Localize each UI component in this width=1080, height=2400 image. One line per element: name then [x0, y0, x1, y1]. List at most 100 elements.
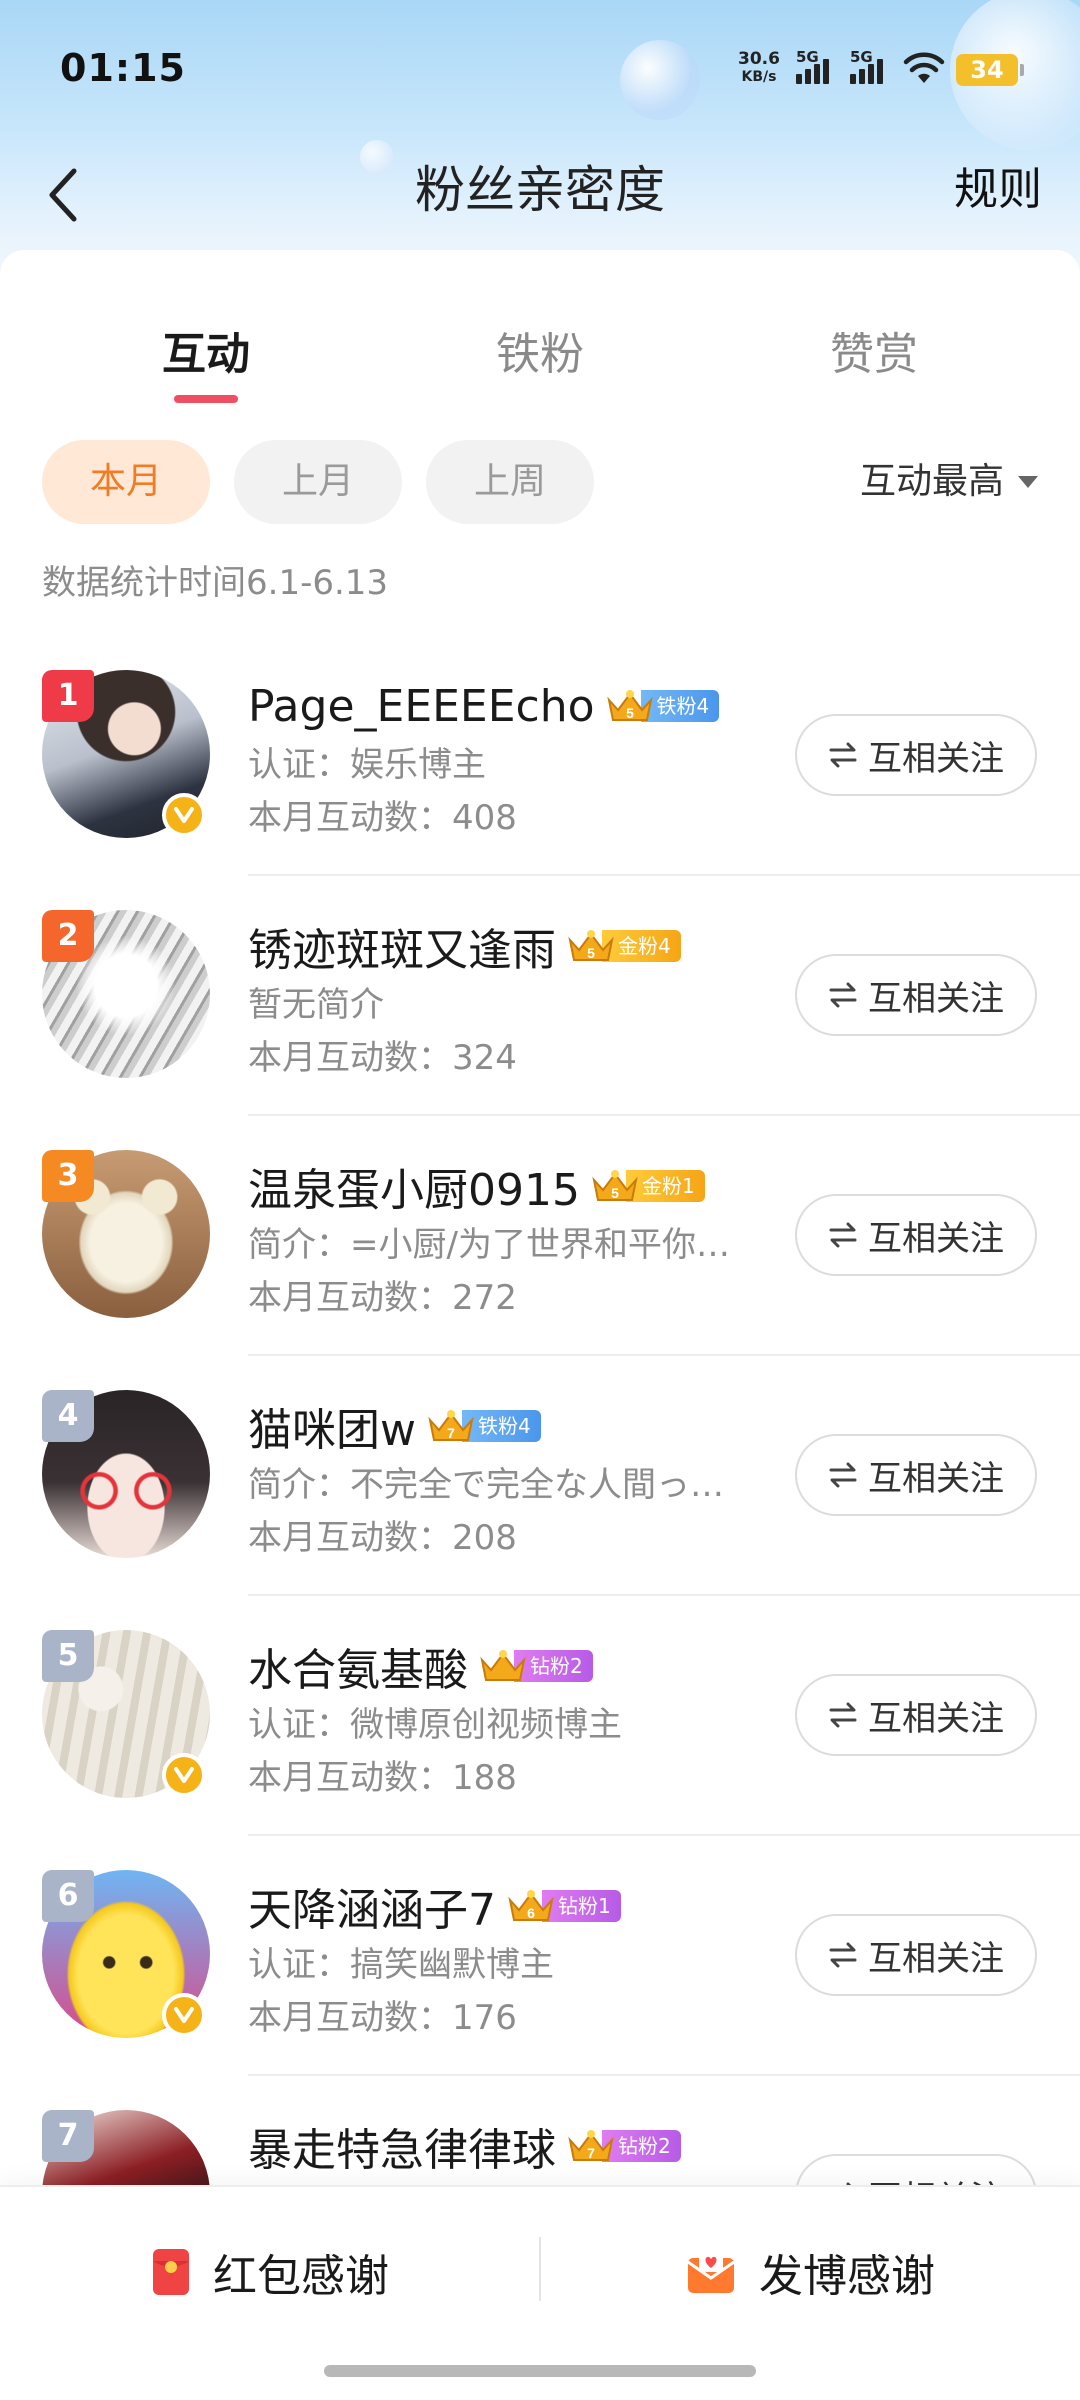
battery-indicator: 34 [956, 54, 1024, 86]
fan-level-badge: 5 金粉1 [590, 1167, 705, 1205]
fan-name[interactable]: 天降涵涵子7 [248, 1874, 496, 1938]
verified-icon [162, 793, 206, 837]
sort-dropdown[interactable]: 互动最高 [860, 440, 1038, 524]
rules-button[interactable]: 规则 [954, 150, 1042, 230]
signal-icon: 5G [850, 48, 892, 88]
filter-last-month[interactable]: 上月 [234, 440, 402, 524]
fan-name[interactable]: 锈迹斑斑又逢雨 [248, 914, 556, 978]
crown-icon: 7 [568, 2130, 614, 2161]
interaction-count: 本月互动数：408 [248, 798, 517, 838]
interaction-count: 本月互动数：208 [248, 1518, 517, 1558]
divider [248, 1114, 1080, 1116]
mutual-follow-button[interactable]: 互相关注 [795, 1674, 1037, 1756]
fan-bio: 简介：不完全で完全な人間っ… [248, 1465, 724, 1505]
swap-arrows-icon [829, 1222, 857, 1248]
svg-text:5: 5 [611, 1185, 619, 1201]
red-packet-label: 红包感谢 [213, 2251, 389, 2302]
tab-interaction[interactable]: 互动 [106, 320, 306, 390]
filter-last-week[interactable]: 上周 [426, 440, 594, 524]
home-indicator [324, 2365, 756, 2377]
fan-level-badge: 5 金粉4 [566, 927, 681, 965]
verified-icon [162, 1753, 206, 1797]
interaction-count: 本月互动数：176 [248, 1998, 517, 2038]
sort-label: 互动最高 [859, 461, 1004, 502]
fan-name[interactable]: 水合氨基酸 [248, 1634, 468, 1698]
post-thanks-button[interactable]: 发博感谢 [540, 2187, 1080, 2357]
fan-name[interactable]: Page_EEEEEcho [248, 681, 595, 732]
swap-arrows-icon [829, 1462, 857, 1488]
interaction-count: 本月互动数：188 [248, 1758, 517, 1798]
rank-badge: 1 [42, 670, 94, 722]
divider [248, 1594, 1080, 1596]
stats-period: 数据统计时间6.1-6.13 [42, 563, 389, 603]
tab-appreciation[interactable]: 赞赏 [774, 320, 974, 390]
rank-badge: 4 [42, 1390, 94, 1442]
signal-icon: 5G [796, 48, 838, 88]
fan-row[interactable]: 2 锈迹斑斑又逢雨 5 金粉4 暂无简介 本月互动数：324 互相关注 [0, 880, 1080, 1120]
fan-level-badge: 钻粉2 [478, 1647, 593, 1685]
clock: 01:15 [60, 46, 186, 90]
crown-icon: 5 [606, 690, 653, 721]
crown-icon [480, 1650, 526, 1681]
fan-row[interactable]: 3 温泉蛋小厨0915 5 金粉1 简介：=小厨/为了世界和平你… 本月互动数：… [0, 1120, 1080, 1360]
tab-bar: 互动 铁粉 赞赏 [0, 320, 1080, 410]
follow-label: 互相关注 [868, 978, 1004, 1019]
network-speed: 30.6 KB/s [738, 49, 780, 85]
rank-badge: 3 [42, 1150, 94, 1202]
fan-row[interactable]: 1 Page_EEEEEcho 5 铁粉4 认证：娱乐博主 本月互动数：408 … [0, 640, 1080, 880]
fan-row[interactable]: 4 猫咪团w 7 铁粉4 简介：不完全で完全な人間っ… 本月互动数：208 互相… [0, 1360, 1080, 1600]
fan-bio: 认证：娱乐博主 [248, 745, 486, 785]
rank-badge: 5 [42, 1630, 94, 1682]
svg-text:5: 5 [626, 705, 634, 721]
mutual-follow-button[interactable]: 互相关注 [795, 1434, 1037, 1516]
swap-arrows-icon [829, 1942, 857, 1968]
mutual-follow-button[interactable]: 互相关注 [795, 954, 1037, 1036]
divider [248, 1834, 1080, 1836]
red-envelope-icon [153, 2249, 189, 2295]
fan-bio: 认证：搞笑幽默博主 [248, 1945, 554, 1985]
follow-label: 互相关注 [868, 1698, 1004, 1739]
mail-heart-icon [687, 2250, 735, 2293]
rank-badge: 7 [42, 2110, 94, 2162]
fan-row[interactable]: 5 水合氨基酸 钻粉2 认证：微博原创视频博主 本月互动数：188 互相关注 [0, 1600, 1080, 1840]
post-thanks-label: 发博感谢 [759, 2251, 935, 2302]
fan-bio: 暂无简介 [248, 985, 384, 1025]
crown-icon: 5 [568, 930, 614, 961]
svg-text:7: 7 [587, 2145, 595, 2161]
divider [248, 874, 1080, 876]
divider [248, 2074, 1080, 2076]
svg-text:7: 7 [447, 1425, 455, 1441]
fan-name[interactable]: 猫咪团w [248, 1394, 416, 1458]
filter-bar: 本月 上月 上周 互动最高 [0, 440, 1080, 524]
fan-row[interactable]: 6 天降涵涵子7 6 钻粉1 认证：搞笑幽默博主 本月互动数：176 互相关注 [0, 1840, 1080, 2080]
mutual-follow-button[interactable]: 互相关注 [795, 1194, 1037, 1276]
crown-icon: 5 [592, 1170, 638, 1201]
mutual-follow-button[interactable]: 互相关注 [795, 714, 1037, 796]
verified-icon [162, 1993, 206, 2037]
fan-name[interactable]: 暴走特急律律球 [248, 2114, 556, 2178]
crown-icon: 7 [428, 1410, 474, 1441]
crown-icon: 6 [508, 1890, 554, 1921]
svg-text:5: 5 [587, 945, 595, 961]
red-packet-thanks-button[interactable]: 红包感谢 [0, 2187, 540, 2357]
svg-text:6: 6 [527, 1905, 535, 1921]
interaction-count: 本月互动数：272 [248, 1278, 517, 1318]
rank-badge: 2 [42, 910, 94, 962]
status-bar: 01:15 30.6 KB/s 5G 5G 34 [0, 0, 1080, 140]
rank-badge: 6 [42, 1870, 94, 1922]
filter-this-month[interactable]: 本月 [42, 440, 210, 524]
follow-label: 互相关注 [868, 1218, 1004, 1259]
follow-label: 互相关注 [868, 738, 1004, 779]
tab-iron-fans[interactable]: 铁粉 [440, 320, 640, 390]
follow-label: 互相关注 [868, 1938, 1004, 1979]
swap-arrows-icon [829, 982, 857, 1008]
navigation-bar: 粉丝亲密度 规则 [0, 140, 1080, 250]
page-title: 粉丝亲密度 [415, 161, 665, 219]
mutual-follow-button[interactable]: 互相关注 [795, 1914, 1037, 1996]
fan-name[interactable]: 温泉蛋小厨0915 [248, 1154, 580, 1218]
follow-label: 互相关注 [868, 1458, 1004, 1499]
fan-level-badge: 7 钻粉2 [566, 2127, 681, 2165]
tab-active-indicator [174, 395, 238, 403]
wifi-icon [903, 52, 945, 83]
fan-level-badge: 5 铁粉4 [605, 687, 720, 725]
